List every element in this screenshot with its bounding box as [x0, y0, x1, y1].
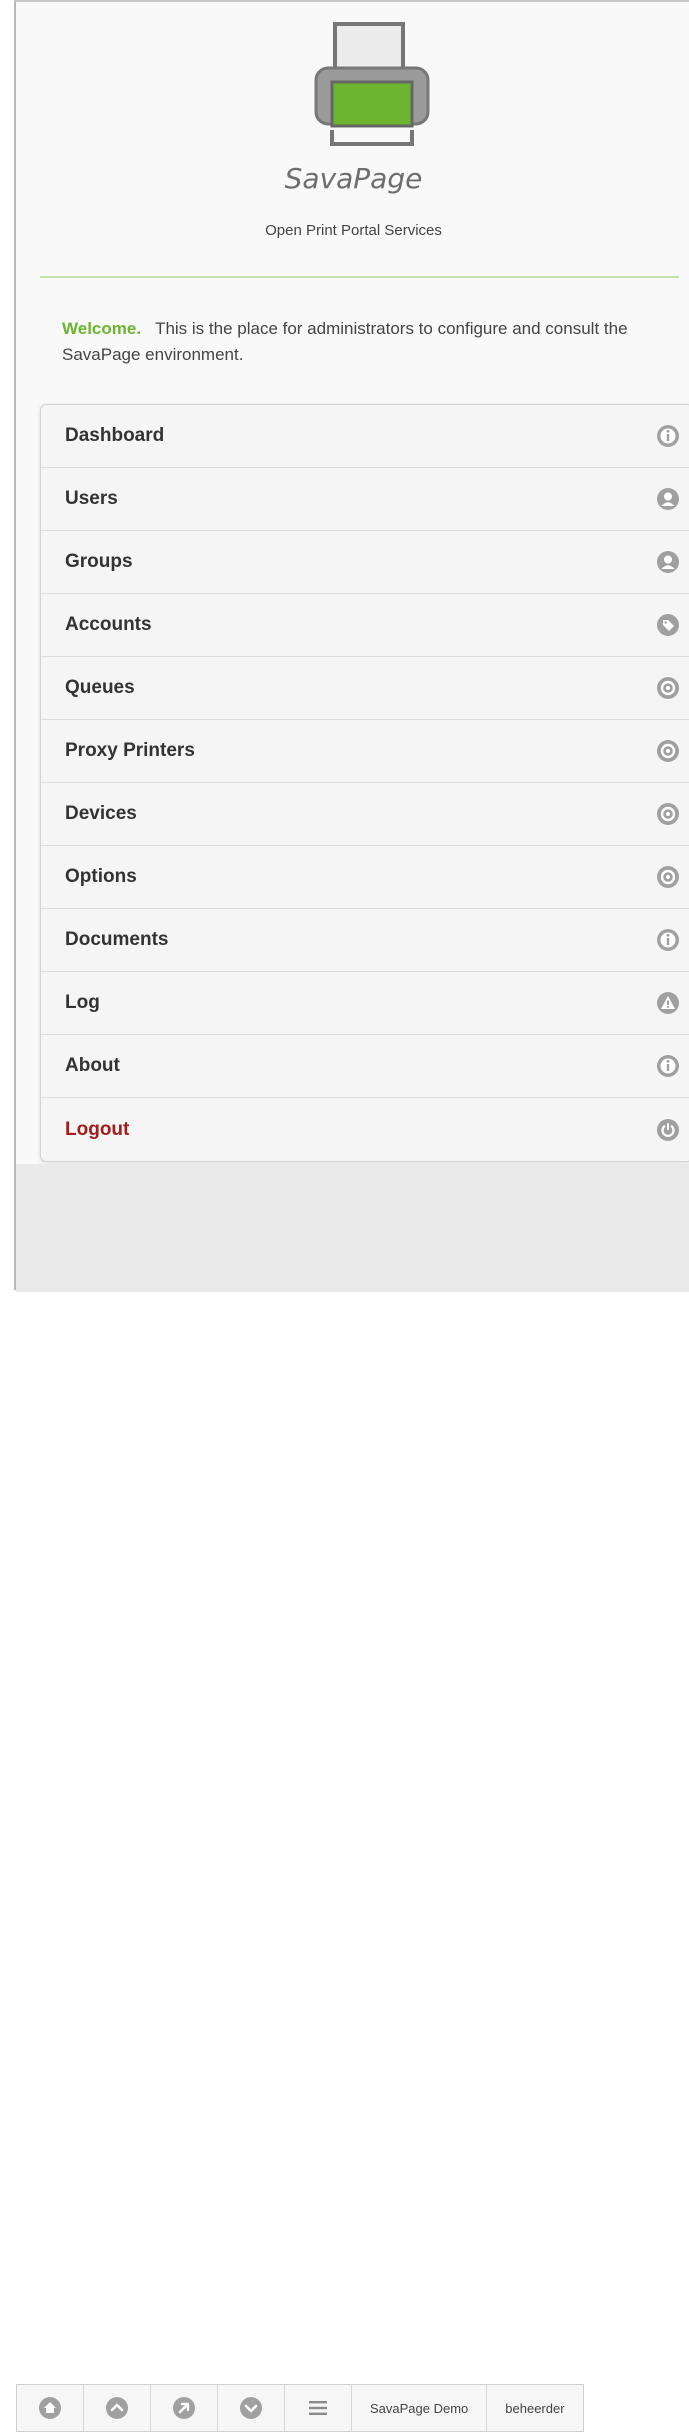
menu-item-groups[interactable]: Groups [41, 531, 689, 594]
home-icon [39, 2397, 61, 2419]
welcome-message: Welcome. This is the place for administra… [62, 316, 682, 368]
open-external-button[interactable] [151, 2385, 218, 2431]
tag-icon [657, 614, 679, 636]
menu-item-label: About [65, 1055, 120, 1076]
brand-subtitle: Open Print Portal Services [265, 222, 442, 239]
menu-item-proxy-printers[interactable]: Proxy Printers [41, 720, 689, 783]
menu-item-devices[interactable]: Devices [41, 783, 689, 846]
gear-icon [657, 866, 679, 888]
info-icon [657, 1055, 679, 1077]
gear-icon [657, 803, 679, 825]
site-label-button[interactable]: SavaPage Demo [352, 2385, 488, 2431]
arrow-up-right-icon [173, 2397, 195, 2419]
arrow-up-icon [106, 2397, 128, 2419]
menu-item-dashboard[interactable]: Dashboard [41, 405, 689, 468]
welcome-highlight: Welcome. [62, 319, 142, 338]
menu-item-documents[interactable]: Documents [41, 909, 689, 972]
info-icon [657, 929, 679, 951]
menu-item-label: Dashboard [65, 425, 165, 446]
menu-icon [309, 2401, 327, 2415]
gear-icon [657, 740, 679, 762]
menu-item-about[interactable]: About [41, 1035, 689, 1098]
menu-item-users[interactable]: Users [41, 468, 689, 531]
menu-item-label: Queues [65, 677, 135, 698]
power-icon [657, 1118, 679, 1141]
welcome-text: This is the place for administrators to … [62, 319, 628, 364]
user-icon [657, 551, 679, 573]
menu-item-label: Documents [65, 929, 169, 950]
menu-item-options[interactable]: Options [41, 846, 689, 909]
home-button[interactable] [17, 2385, 84, 2431]
menu-item-label: Log [65, 992, 100, 1013]
info-icon [657, 425, 679, 447]
user-icon [657, 488, 679, 510]
footer-bar: SavaPage Demo beheerder [16, 1164, 689, 2432]
menu-item-label: Accounts [65, 614, 152, 635]
gear-icon [657, 677, 679, 699]
menu-item-label: Options [65, 866, 137, 887]
menu-item-label: Logout [65, 1118, 130, 1140]
printer-logo-icon [314, 22, 430, 146]
menu-item-label: Proxy Printers [65, 740, 195, 761]
menu-item-label: Groups [65, 551, 133, 572]
header-divider [40, 276, 679, 278]
user-label-button[interactable]: beheerder [487, 2385, 582, 2431]
menu-item-accounts[interactable]: Accounts [41, 594, 689, 657]
alert-icon [657, 992, 679, 1014]
menu-item-log[interactable]: Log [41, 972, 689, 1035]
scroll-down-button[interactable] [218, 2385, 285, 2431]
bottom-toolbar: SavaPage Demo beheerder [16, 2384, 584, 2432]
menu-item-label: Devices [65, 803, 137, 824]
menu-item-queues[interactable]: Queues [41, 657, 689, 720]
admin-menu: Dashboard Users Groups Accounts Queues P… [40, 404, 689, 1162]
admin-panel: SavaPage Open Print Portal Services Welc… [14, 0, 689, 2432]
menu-button[interactable] [285, 2385, 352, 2431]
menu-item-label: Users [65, 488, 118, 509]
arrow-down-icon [240, 2397, 262, 2419]
brand-title: SavaPage [284, 162, 423, 195]
scroll-up-button[interactable] [84, 2385, 151, 2431]
menu-item-logout[interactable]: Logout [41, 1098, 689, 1161]
